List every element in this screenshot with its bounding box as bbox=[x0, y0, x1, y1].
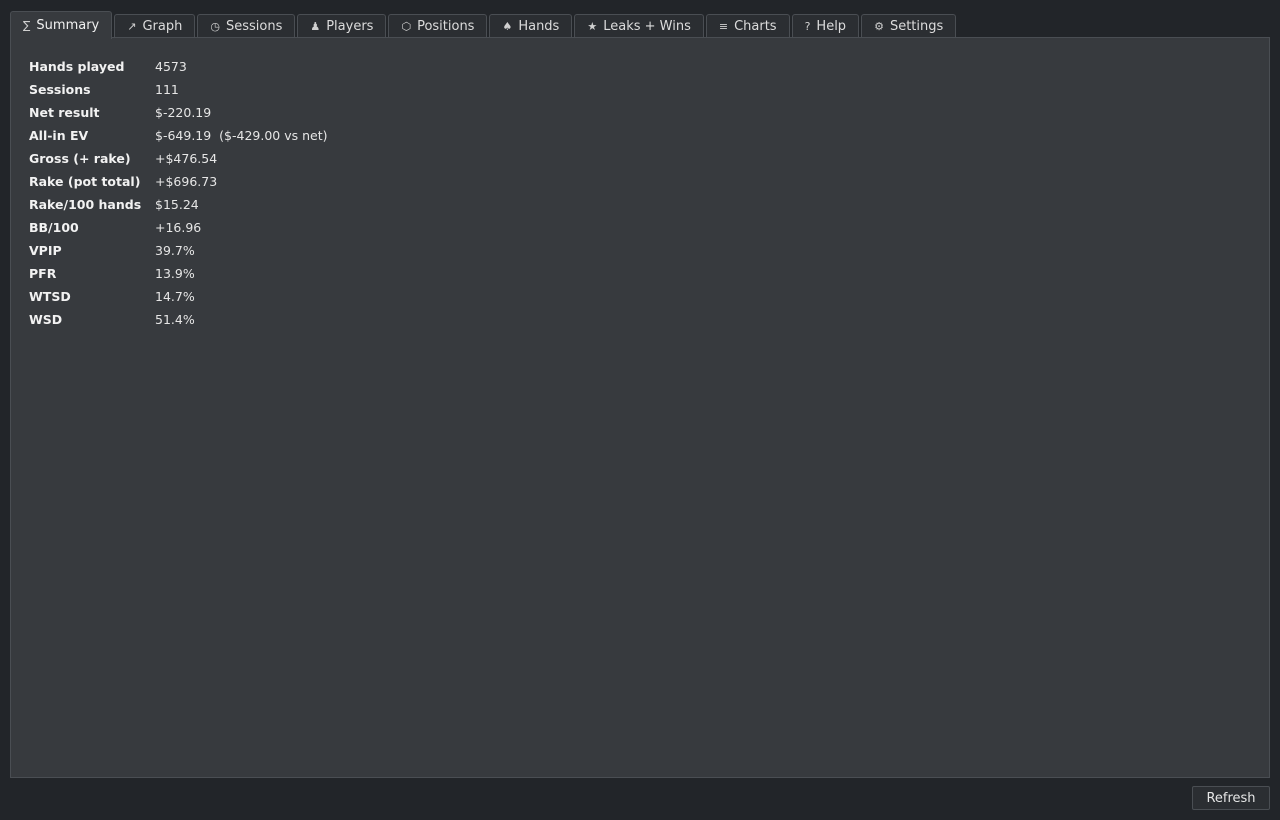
stat-value: +$476.54 bbox=[155, 151, 218, 166]
stat-row: All-in EV $-649.19 ($-429.00 vs net) bbox=[29, 124, 327, 147]
stat-row: WSD 51.4% bbox=[29, 308, 327, 331]
stat-label: WSD bbox=[29, 312, 63, 327]
tab-label: Summary bbox=[36, 18, 100, 33]
stat-label: WTSD bbox=[29, 289, 71, 304]
stat-label: BB/100 bbox=[29, 220, 79, 235]
tab-charts[interactable]: ≡ Charts bbox=[705, 14, 790, 38]
trend-arrow-icon: ↗ bbox=[127, 20, 137, 33]
refresh-button[interactable]: Refresh bbox=[1192, 786, 1270, 810]
stat-value: +$696.73 bbox=[155, 174, 218, 189]
stat-row: Hands played 4573 bbox=[29, 55, 327, 78]
spade-icon: ♠ bbox=[502, 20, 513, 33]
stat-label: Gross (+ rake) bbox=[29, 151, 131, 166]
tab-label: Help bbox=[816, 19, 847, 34]
stat-row: Gross (+ rake) +$476.54 bbox=[29, 147, 327, 170]
tab-help[interactable]: ? Help bbox=[791, 14, 860, 38]
stat-value: 111 bbox=[155, 82, 179, 97]
stat-label: Sessions bbox=[29, 82, 91, 97]
tab-label: Settings bbox=[889, 19, 944, 34]
stat-value: $-220.19 bbox=[155, 105, 212, 120]
tab-sessions[interactable]: ◷ Sessions bbox=[197, 14, 296, 38]
stat-value: 13.9% bbox=[155, 266, 195, 281]
lines-icon: ≡ bbox=[718, 20, 729, 33]
stat-value: 51.4% bbox=[155, 312, 195, 327]
stat-value: $-649.19 ($-429.00 vs net) bbox=[155, 128, 328, 143]
star-icon: ★ bbox=[587, 20, 598, 33]
stat-row: BB/100 +16.96 bbox=[29, 216, 327, 239]
tab-graph[interactable]: ↗ Graph bbox=[114, 14, 196, 38]
stat-label: PFR bbox=[29, 266, 57, 281]
stat-value: 14.7% bbox=[155, 289, 195, 304]
tab-settings[interactable]: ⚙ Settings bbox=[861, 14, 957, 38]
tab-label: Positions bbox=[417, 19, 475, 34]
tab-label: Hands bbox=[518, 19, 560, 34]
stat-label: VPIP bbox=[29, 243, 62, 258]
tab-bar: ∑ Summary ↗ Graph ◷ Sessions ♟ Players ⬡… bbox=[10, 11, 958, 39]
stat-row: VPIP 39.7% bbox=[29, 239, 327, 262]
tab-players[interactable]: ♟ Players bbox=[297, 14, 387, 38]
summary-panel: Hands played 4573 Sessions 111 Net resul… bbox=[10, 37, 1270, 778]
stat-row: PFR 13.9% bbox=[29, 262, 327, 285]
gear-icon: ⚙ bbox=[874, 20, 884, 33]
stat-value: $15.24 bbox=[155, 197, 199, 212]
clock-icon: ◷ bbox=[210, 20, 220, 33]
tab-label: Graph bbox=[142, 19, 183, 34]
hexagon-icon: ⬡ bbox=[401, 20, 412, 33]
stat-value: +16.96 bbox=[155, 220, 202, 235]
stat-row: Rake/100 hands $15.24 bbox=[29, 193, 327, 216]
stat-row: Rake (pot total) +$696.73 bbox=[29, 170, 327, 193]
stat-label: Rake/100 hands bbox=[29, 197, 142, 212]
tab-label: Sessions bbox=[225, 19, 283, 34]
question-icon: ? bbox=[804, 20, 811, 33]
stat-row: Sessions 111 bbox=[29, 78, 327, 101]
tab-label: Charts bbox=[734, 19, 777, 34]
sigma-icon: ∑ bbox=[23, 19, 31, 32]
stat-label: All-in EV bbox=[29, 128, 89, 143]
pawn-icon: ♟ bbox=[310, 20, 321, 33]
tab-positions[interactable]: ⬡ Positions bbox=[388, 14, 488, 38]
tab-summary[interactable]: ∑ Summary bbox=[10, 11, 113, 39]
tab-leaks-wins[interactable]: ★ Leaks + Wins bbox=[574, 14, 704, 38]
stat-label: Net result bbox=[29, 105, 100, 120]
tab-hands[interactable]: ♠ Hands bbox=[489, 14, 573, 38]
tab-label: Leaks + Wins bbox=[603, 19, 691, 34]
stat-label: Rake (pot total) bbox=[29, 174, 141, 189]
summary-stats-table: Hands played 4573 Sessions 111 Net resul… bbox=[29, 55, 327, 331]
stat-value: 4573 bbox=[155, 59, 187, 74]
stat-label: Hands played bbox=[29, 59, 125, 74]
tab-label: Players bbox=[326, 19, 374, 34]
stat-row: WTSD 14.7% bbox=[29, 285, 327, 308]
stat-value: 39.7% bbox=[155, 243, 195, 258]
stat-row: Net result $-220.19 bbox=[29, 101, 327, 124]
